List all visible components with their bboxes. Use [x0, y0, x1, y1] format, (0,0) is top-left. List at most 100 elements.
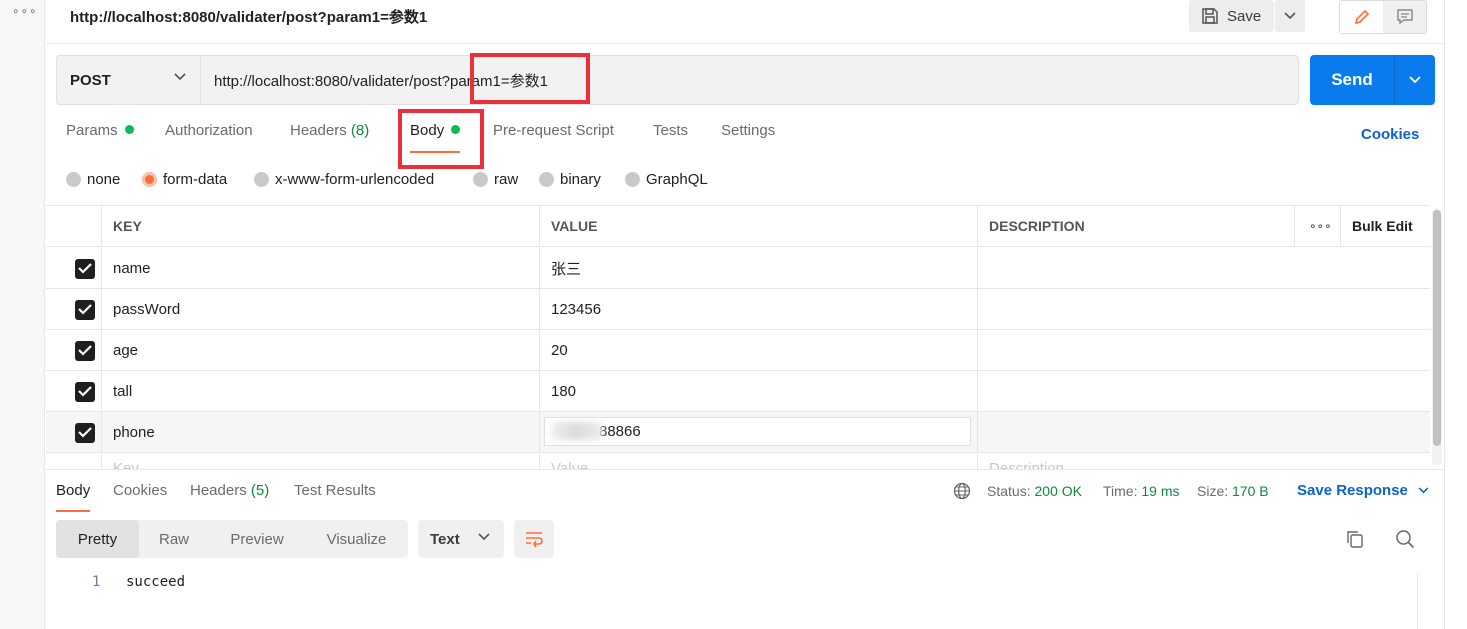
row-description[interactable]: [977, 289, 1430, 329]
row-key[interactable]: phone: [101, 412, 539, 452]
row-checkbox[interactable]: [75, 300, 95, 320]
table-more-icon[interactable]: ∘∘∘: [1294, 206, 1340, 246]
row-checkbox[interactable]: [75, 259, 95, 279]
size-readout[interactable]: Size: 170 B: [1197, 483, 1269, 499]
size-label: Size:: [1197, 483, 1229, 499]
request-title[interactable]: http://localhost:8080/validater/post?par…: [70, 6, 427, 27]
row-key[interactable]: passWord: [101, 289, 539, 329]
response-tab-body[interactable]: Body: [56, 482, 91, 512]
view-preview[interactable]: Preview: [209, 520, 305, 558]
status-value: 200 OK: [1034, 483, 1082, 499]
body-type-urlencoded[interactable]: x-www-form-urlencoded: [254, 171, 434, 188]
size-value: 170 B: [1232, 483, 1269, 499]
tab-authorization[interactable]: Authorization: [165, 122, 253, 158]
row-value: 88866: [599, 423, 641, 440]
tab-body[interactable]: Body: [410, 122, 461, 158]
left-sidebar-rail: ∘∘∘: [0, 0, 45, 629]
response-tab-test-results[interactable]: Test Results: [294, 482, 376, 499]
tab-params[interactable]: Params: [66, 122, 134, 158]
body-type-urlencoded-label: x-www-form-urlencoded: [275, 171, 435, 188]
copy-button[interactable]: [1344, 528, 1366, 550]
row-checkbox[interactable]: [75, 382, 95, 402]
row-checkbox[interactable]: [75, 341, 95, 361]
edit-mode-button[interactable]: [1340, 1, 1383, 33]
form-data-table: KEY VALUE DESCRIPTION ∘∘∘ Bulk Edit name…: [46, 205, 1430, 469]
send-options-button[interactable]: [1395, 55, 1435, 105]
time-readout[interactable]: Time: 19 ms: [1103, 483, 1180, 499]
save-options-button[interactable]: [1275, 0, 1305, 32]
table-row: name 张三: [46, 248, 1430, 289]
scrollbar-thumb[interactable]: [1433, 210, 1441, 446]
row-value[interactable]: 张三: [539, 248, 977, 288]
response-line: succeed: [126, 574, 186, 590]
row-value[interactable]: 123456: [539, 289, 977, 329]
pencil-icon: [1354, 9, 1369, 25]
body-type-form-data[interactable]: form-data: [142, 171, 227, 188]
new-description-input[interactable]: Description: [977, 454, 1430, 469]
response-scrollbar[interactable]: [1417, 573, 1437, 629]
response-tab-cookies[interactable]: Cookies: [113, 482, 167, 499]
new-key-input[interactable]: Key: [101, 454, 539, 469]
chevron-down-icon: [1409, 76, 1421, 84]
column-key: KEY: [101, 206, 539, 246]
row-value-input[interactable]: 88866: [544, 417, 971, 446]
table-scrollbar[interactable]: [1432, 208, 1442, 466]
view-visualize[interactable]: Visualize: [305, 520, 408, 558]
more-options-icon[interactable]: ∘∘∘: [12, 4, 38, 18]
body-type-raw[interactable]: raw: [473, 171, 518, 188]
radio-icon: [473, 172, 488, 187]
tab-settings[interactable]: Settings: [721, 122, 775, 158]
method-select[interactable]: POST: [56, 55, 201, 105]
time-value: 19 ms: [1141, 483, 1180, 499]
view-pretty[interactable]: Pretty: [56, 520, 139, 558]
row-key[interactable]: age: [101, 330, 539, 370]
tab-headers[interactable]: Headers (8): [290, 122, 369, 158]
comments-button[interactable]: [1383, 1, 1426, 33]
url-input[interactable]: http://localhost:8080/validater/post?par…: [201, 55, 1299, 105]
tab-tests[interactable]: Tests: [653, 122, 688, 158]
tab-pre-request-script[interactable]: Pre-request Script: [493, 122, 614, 158]
body-type-binary[interactable]: binary: [539, 171, 601, 188]
send-label: Send: [1331, 70, 1373, 89]
redacted-blur: [551, 422, 603, 440]
save-response-label: Save Response: [1297, 482, 1408, 499]
view-raw[interactable]: Raw: [139, 520, 209, 558]
column-description: DESCRIPTION: [977, 206, 1294, 246]
body-type-graphql[interactable]: GraphQL: [625, 171, 708, 188]
new-value-input[interactable]: Value: [539, 454, 977, 469]
row-description[interactable]: [977, 371, 1430, 411]
right-sidebar-rail: [1444, 0, 1467, 629]
response-tab-headers[interactable]: Headers (5): [190, 482, 269, 499]
check-icon: [78, 345, 92, 356]
wrap-lines-button[interactable]: [514, 520, 554, 558]
response-tab-headers-label: Headers: [190, 482, 247, 499]
row-value[interactable]: 180: [539, 371, 977, 411]
cookies-link[interactable]: Cookies: [1361, 126, 1419, 143]
row-key[interactable]: name: [101, 248, 539, 288]
row-value[interactable]: 20: [539, 330, 977, 370]
row-checkbox[interactable]: [75, 423, 95, 443]
chevron-down-icon: [174, 73, 186, 81]
bulk-edit-button[interactable]: Bulk Edit: [1340, 206, 1430, 246]
line-number: 1: [92, 574, 101, 590]
copy-icon: [1347, 531, 1363, 548]
send-button[interactable]: Send: [1310, 55, 1435, 105]
row-key[interactable]: tall: [101, 371, 539, 411]
check-icon: [78, 427, 92, 438]
format-select[interactable]: Text: [418, 520, 504, 558]
search-button[interactable]: [1394, 528, 1416, 550]
table-header-row: KEY VALUE DESCRIPTION ∘∘∘ Bulk Edit: [46, 206, 1430, 247]
save-label: Save: [1227, 7, 1262, 25]
body-type-none-label: none: [87, 171, 121, 188]
save-response-button[interactable]: Save Response: [1297, 482, 1429, 499]
params-active-dot: [124, 125, 134, 134]
body-type-none[interactable]: none: [66, 171, 120, 188]
row-description[interactable]: [977, 330, 1430, 370]
check-icon: [78, 386, 92, 397]
row-description[interactable]: [977, 248, 1430, 288]
headers-count: (8): [350, 122, 370, 139]
globe-icon[interactable]: [953, 482, 971, 500]
status-readout[interactable]: Status: 200 OK: [987, 483, 1082, 499]
save-button[interactable]: Save: [1189, 0, 1274, 32]
row-description[interactable]: [977, 412, 1430, 452]
